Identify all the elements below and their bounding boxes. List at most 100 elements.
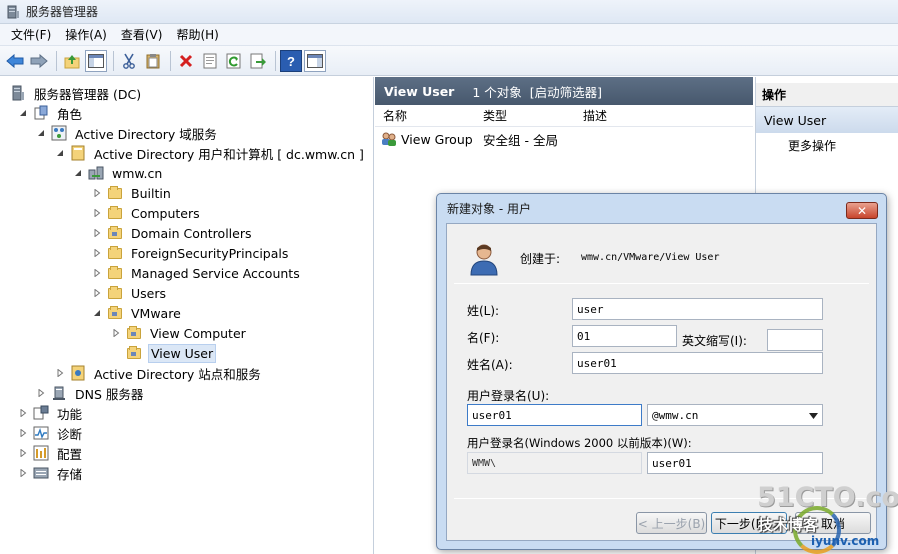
expand-arrow-icon[interactable]: [92, 228, 102, 238]
delete-icon[interactable]: [175, 50, 197, 72]
tree-label: ForeignSecurityPrincipals: [131, 245, 289, 261]
toolbar-separator: [170, 50, 171, 71]
menu-action[interactable]: 操作(A): [58, 24, 114, 45]
refresh-icon[interactable]: [223, 50, 245, 72]
object-count: 1 个对象: [472, 84, 522, 100]
user-icon: [469, 242, 499, 279]
pre2000-logon-field[interactable]: [647, 452, 823, 474]
actions-section-view-user[interactable]: View User: [756, 107, 898, 133]
folder-icon: [107, 205, 123, 221]
expand-arrow-icon[interactable]: [36, 388, 46, 398]
domain-suffix-value: @wmw.cn: [652, 408, 699, 422]
menu-view[interactable]: 查看(V): [114, 24, 170, 45]
paste-icon[interactable]: [142, 50, 164, 72]
tree-item-storage[interactable]: 存储: [18, 463, 84, 483]
more-actions-link[interactable]: 更多操作: [756, 133, 898, 157]
created-in-label: 创建于:: [520, 252, 561, 266]
expand-arrow-icon[interactable]: [92, 248, 102, 258]
tree-item-ad-sites[interactable]: Active Directory 站点和服务: [55, 363, 263, 383]
tree-item-configuration[interactable]: 配置: [18, 443, 84, 463]
expand-arrow-icon[interactable]: [92, 188, 102, 198]
chevron-down-icon: [809, 409, 818, 422]
collapse-arrow-icon[interactable]: [73, 168, 83, 178]
close-button[interactable]: ✕: [846, 202, 878, 219]
tree-item-computers[interactable]: Computers: [92, 203, 202, 223]
full-name-field[interactable]: [572, 352, 823, 374]
expand-arrow-icon[interactable]: [92, 268, 102, 278]
cancel-button[interactable]: 取消: [795, 512, 871, 534]
tree-label: Domain Controllers: [131, 225, 252, 241]
list-item[interactable]: View Group 安全组 - 全局: [375, 127, 753, 151]
expand-arrow-icon[interactable]: [18, 408, 28, 418]
ad-sites-icon: [70, 365, 86, 381]
tree-item-users[interactable]: Users: [92, 283, 168, 303]
forward-icon[interactable]: [28, 50, 50, 72]
cut-icon[interactable]: [118, 50, 140, 72]
column-header-name[interactable]: 名称: [375, 107, 475, 124]
initials-field[interactable]: [767, 329, 823, 351]
expand-arrow-icon[interactable]: [92, 208, 102, 218]
tree-label: Active Directory 用户和计算机 [ dc.wmw.cn ]: [94, 146, 364, 162]
tree-item-dns[interactable]: DNS 服务器: [36, 383, 145, 403]
tree-label: 角色: [57, 106, 83, 122]
action-pane-icon[interactable]: [304, 49, 326, 72]
expand-arrow-icon[interactable]: [92, 288, 102, 298]
expand-arrow-icon[interactable]: [55, 368, 65, 378]
expand-arrow-icon[interactable]: [18, 448, 28, 458]
folder-icon: [107, 285, 123, 301]
tree-label: 诊断: [57, 426, 83, 442]
server-manager-icon: [10, 85, 26, 101]
folder-icon: [107, 245, 123, 261]
tree-item-vmware[interactable]: VMware: [92, 303, 183, 323]
menu-file[interactable]: 文件(F): [4, 24, 58, 45]
tree-item-managed-service-accounts[interactable]: Managed Service Accounts: [92, 263, 302, 283]
properties-icon[interactable]: [199, 50, 221, 72]
expand-arrow-icon[interactable]: [111, 328, 121, 338]
initials-label: 英文缩写(I):: [682, 334, 747, 348]
tree-label: 配置: [57, 446, 83, 462]
tree-item-view-computer[interactable]: View Computer: [111, 323, 248, 343]
dialog-body: 创建于: wmw.cn/VMware/View User 姓(L): 名(F):…: [446, 223, 877, 541]
logon-name-field[interactable]: [467, 404, 642, 426]
tree-item-features[interactable]: 功能: [18, 403, 84, 423]
collapse-arrow-icon[interactable]: [36, 128, 46, 138]
tree-item-roles[interactable]: 角色: [18, 103, 84, 123]
back-button[interactable]: < 上一步(B): [636, 512, 707, 534]
collapse-arrow-icon[interactable]: [92, 308, 102, 318]
up-folder-icon[interactable]: [61, 50, 83, 72]
export-icon[interactable]: [247, 50, 269, 72]
back-icon[interactable]: [4, 50, 26, 72]
column-header-description[interactable]: 描述: [575, 107, 735, 124]
tree-item-ad-ds[interactable]: Active Directory 域服务: [36, 123, 219, 143]
tree-item-domain[interactable]: wmw.cn: [73, 163, 164, 183]
tree-item-view-user[interactable]: View User: [111, 343, 217, 363]
tree-item-builtin[interactable]: Builtin: [92, 183, 173, 203]
help-icon[interactable]: ?: [280, 49, 302, 72]
first-name-label: 名(F):: [467, 331, 500, 345]
divider: [454, 283, 869, 284]
collapse-arrow-icon[interactable]: [55, 148, 65, 158]
collapse-arrow-icon[interactable]: [18, 108, 28, 118]
tree-item-foreign-security-principals[interactable]: ForeignSecurityPrincipals: [92, 243, 290, 263]
domain-suffix-select[interactable]: @wmw.cn: [647, 404, 823, 426]
column-header-type[interactable]: 类型: [475, 107, 575, 124]
ou-folder-icon: [107, 225, 123, 241]
aduc-icon: [70, 145, 86, 161]
first-name-field[interactable]: [572, 325, 677, 347]
tree-item-domain-controllers[interactable]: Domain Controllers: [92, 223, 253, 243]
toolbar-separator: [275, 50, 276, 71]
tree-item-diagnostics[interactable]: 诊断: [18, 423, 84, 443]
last-name-field[interactable]: [572, 298, 823, 320]
expand-arrow-icon[interactable]: [18, 468, 28, 478]
toolbar: ?: [0, 46, 898, 76]
expand-arrow-icon[interactable]: [18, 428, 28, 438]
next-button[interactable]: 下一步(N) >: [711, 512, 787, 534]
domain-icon: [88, 165, 104, 181]
tree-item-server-manager[interactable]: 服务器管理器 (DC): [10, 83, 143, 103]
menu-help[interactable]: 帮助(H): [169, 24, 225, 45]
dns-server-icon: [51, 385, 67, 401]
folder-icon: [107, 265, 123, 281]
tree-label: DNS 服务器: [75, 386, 144, 402]
show-tree-icon[interactable]: [85, 49, 107, 72]
tree-item-aduc[interactable]: Active Directory 用户和计算机 [ dc.wmw.cn ]: [55, 143, 366, 163]
